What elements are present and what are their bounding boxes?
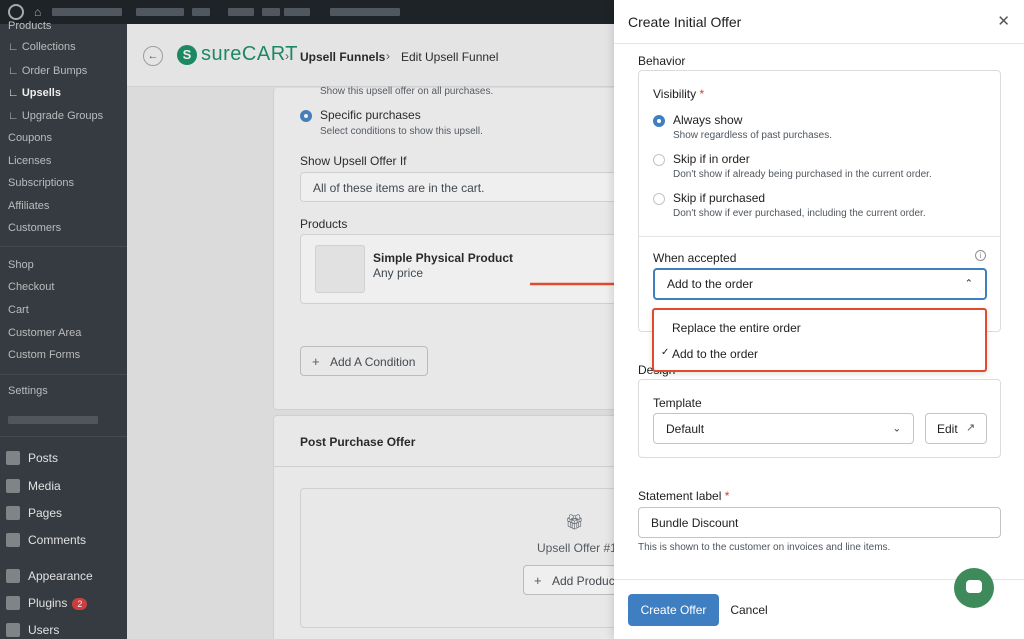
create-offer-button[interactable]: Create Offer — [628, 594, 719, 626]
close-icon[interactable]: ✕ — [997, 12, 1010, 30]
chevron-up-icon: ⌃ — [964, 278, 973, 290]
drawer-title: Create Initial Offer — [628, 14, 742, 30]
chat-button[interactable] — [954, 568, 994, 608]
template-select[interactable]: Default ⌄ — [653, 413, 914, 444]
statement-label-text: Statement label — [638, 489, 722, 503]
info-icon[interactable]: i — [975, 250, 986, 261]
menu-option-replace-order[interactable]: Replace the entire order — [654, 315, 985, 341]
drawer-header: Create Initial Offer ✕ — [614, 0, 1024, 44]
statement-value: Bundle Discount — [651, 515, 739, 530]
edit-template-button[interactable]: Edit ↗ — [925, 413, 987, 444]
visibility-label: Visibility * — [653, 87, 704, 101]
divider — [639, 236, 1000, 237]
skip-if-in-order-desc: Don't show if already being purchased in… — [673, 169, 932, 180]
blurred-item — [330, 8, 400, 16]
blurred-item — [136, 8, 184, 16]
when-accepted-label: When accepted — [653, 251, 737, 265]
always-show-radio[interactable] — [653, 115, 665, 127]
statement-help: This is shown to the customer on invoice… — [638, 542, 891, 553]
home-icon[interactable]: ⌂ — [34, 5, 41, 19]
always-show-desc: Show regardless of past purchases. — [673, 130, 832, 141]
skip-if-purchased-title: Skip if purchased — [673, 191, 766, 205]
menu-option-label: Replace the entire order — [672, 321, 801, 335]
when-accepted-select[interactable]: Add to the order ⌃ — [653, 268, 987, 300]
template-label: Template — [653, 396, 702, 410]
create-offer-drawer: Create Initial Offer ✕ Behavior Visibili… — [614, 0, 1024, 639]
behavior-card: Visibility * Always show Show regardless… — [638, 70, 1001, 332]
checkmark-icon: ✓ — [661, 347, 670, 358]
statement-label: Statement label * — [638, 489, 729, 503]
skip-if-in-order-title: Skip if in order — [673, 152, 750, 166]
skip-if-purchased-radio[interactable] — [653, 193, 665, 205]
blurred-item — [192, 8, 210, 16]
behavior-label: Behavior — [638, 54, 686, 68]
cancel-button[interactable]: Cancel — [722, 594, 776, 626]
menu-option-label: Add to the order — [672, 347, 759, 361]
skip-if-purchased-desc: Don't show if ever purchased, including … — [673, 208, 926, 219]
skip-if-in-order-radio[interactable] — [653, 154, 665, 166]
required-marker: * — [699, 87, 705, 101]
edit-template-label: Edit — [937, 422, 958, 436]
modal-backdrop[interactable] — [0, 24, 614, 639]
required-marker: * — [724, 489, 730, 503]
template-value: Default — [666, 421, 705, 436]
visibility-label-text: Visibility — [653, 87, 697, 101]
blurred-item — [284, 8, 310, 16]
when-accepted-value: Add to the order — [667, 277, 754, 291]
chat-bubble-icon — [966, 580, 982, 593]
design-card: Template Default ⌄ Edit ↗ — [638, 379, 1001, 458]
statement-input[interactable]: Bundle Discount — [638, 507, 1001, 538]
blurred-site-name — [52, 8, 122, 16]
blurred-item — [228, 8, 254, 16]
always-show-title: Always show — [673, 113, 743, 127]
blurred-item — [262, 8, 280, 16]
wordpress-logo-icon[interactable] — [8, 4, 24, 20]
external-link-icon: ↗ — [966, 422, 976, 434]
when-accepted-menu: Replace the entire order ✓ Add to the or… — [652, 308, 987, 372]
chevron-down-icon: ⌄ — [892, 423, 901, 434]
menu-option-add-to-order[interactable]: ✓ Add to the order — [654, 341, 985, 367]
